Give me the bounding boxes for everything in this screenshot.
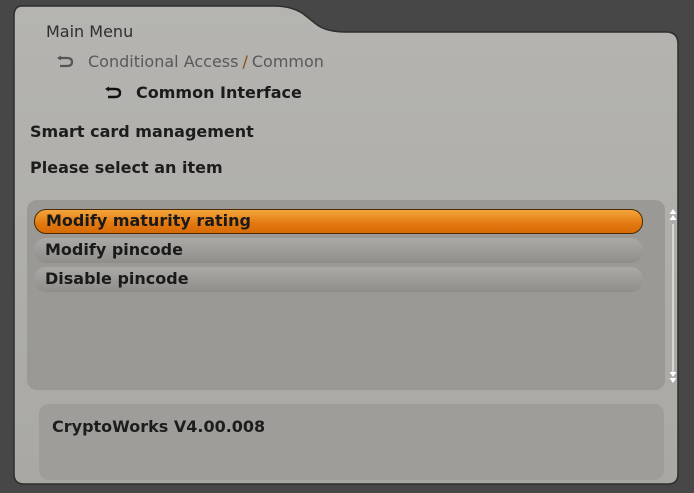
cam-version-text: CryptoWorks V4.00.008 (52, 417, 266, 436)
scroll-down-icon[interactable] (668, 370, 678, 384)
breadcrumb-conditional-access: Conditional Access (88, 52, 239, 71)
breadcrumb-root: Main Menu (46, 22, 134, 41)
menu-item-modify-pincode[interactable]: Modify pincode (34, 238, 643, 263)
breadcrumb-common-interface: Common Interface (136, 83, 302, 102)
breadcrumb-level1: Conditional Access / Common (56, 52, 324, 71)
return-arrow-icon (57, 55, 74, 67)
menu-item-modify-maturity-rating[interactable]: Modify maturity rating (34, 209, 643, 234)
scrollbar-track[interactable] (672, 224, 674, 372)
scrollbar[interactable] (667, 208, 679, 384)
page-title: Smart card management (30, 122, 254, 141)
menu-list: Modify maturity rating Modify pincode Di… (27, 200, 677, 390)
info-box: CryptoWorks V4.00.008 (39, 404, 664, 480)
breadcrumb-level2: Common Interface (104, 83, 302, 102)
scroll-up-icon[interactable] (668, 208, 678, 222)
page-subtitle: Please select an item (30, 158, 223, 177)
menu-item-disable-pincode[interactable]: Disable pincode (34, 267, 643, 292)
breadcrumb-separator: / (242, 52, 248, 71)
return-arrow-icon (105, 86, 122, 98)
breadcrumb-common: Common (251, 52, 324, 71)
menu-panel: Main Menu Conditional Access / Common Co… (12, 4, 680, 486)
